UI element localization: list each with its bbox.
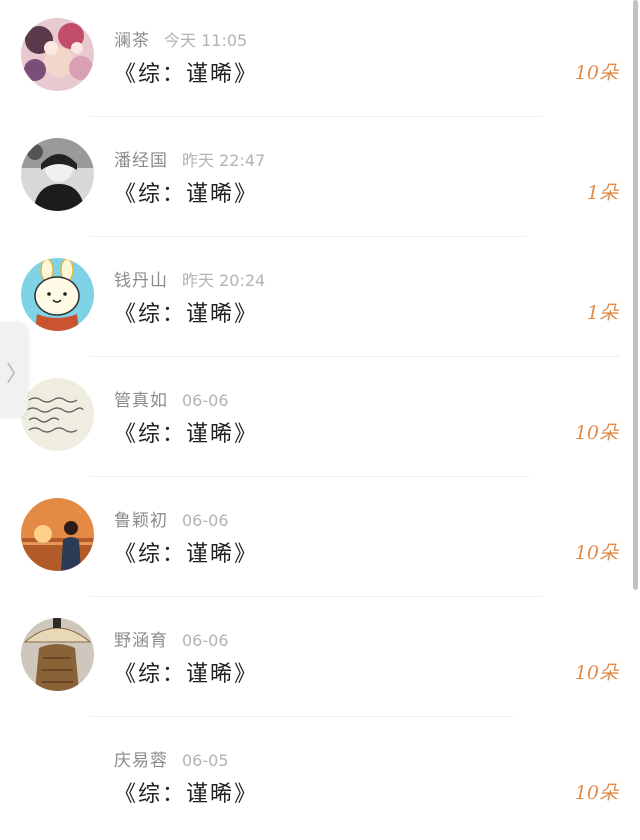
item-meta: 钱丹山 昨天 20:24: [114, 266, 266, 291]
timestamp: 今天 11:05: [164, 31, 248, 50]
book-title[interactable]: 《综：谨晞》: [114, 296, 258, 328]
list-item[interactable]: 潘经国 昨天 22:47 《综：谨晞》 1朵: [0, 120, 628, 240]
anime-group-avatar-icon: [21, 18, 94, 91]
flower-count: 10朵: [574, 542, 618, 564]
timestamp: 06-06: [182, 631, 229, 650]
book-title[interactable]: 《综：谨晞》: [114, 656, 258, 688]
list-item[interactable]: 钱丹山 昨天 20:24 《综：谨晞》 1朵: [0, 240, 628, 360]
user-name[interactable]: 管真如: [114, 391, 168, 411]
list-item[interactable]: 庆易蓉 06-05 《综：谨晞》 10朵: [0, 720, 628, 840]
avatar[interactable]: [21, 18, 94, 91]
item-meta: 庆易蓉 06-05: [114, 746, 229, 771]
flower-count: 10朵: [574, 62, 618, 84]
timestamp: 06-06: [182, 391, 229, 410]
list-item[interactable]: 鲁颖初 06-06 《综：谨晞》 10朵: [0, 480, 628, 600]
timestamp: 昨天 22:47: [182, 151, 266, 170]
list-item[interactable]: 管真如 06-06 《综：谨晞》 10朵: [0, 360, 628, 480]
avatar[interactable]: [21, 258, 94, 331]
book-title[interactable]: 《综：谨晞》: [114, 56, 258, 88]
user-name[interactable]: 野涵育: [114, 631, 168, 651]
divider: [90, 356, 620, 357]
list-item[interactable]: 澜茶 今天 11:05 《综：谨晞》 10朵: [0, 0, 628, 120]
book-title[interactable]: 《综：谨晞》: [114, 776, 258, 808]
flower-count: 10朵: [574, 422, 618, 444]
flower-count: 10朵: [574, 782, 618, 804]
sunset-girl-avatar-icon: [21, 498, 94, 571]
divider: [90, 236, 526, 237]
book-title[interactable]: 《综：谨晞》: [114, 536, 258, 568]
timestamp: 06-05: [182, 751, 229, 770]
avatar[interactable]: [21, 378, 94, 451]
user-name[interactable]: 潘经国: [114, 151, 168, 171]
flower-count: 1朵: [586, 302, 618, 324]
avatar[interactable]: [21, 618, 94, 691]
item-meta: 鲁颖初 06-06: [114, 506, 229, 531]
avatar[interactable]: [21, 738, 94, 811]
book-title[interactable]: 《综：谨晞》: [114, 176, 258, 208]
item-meta: 管真如 06-06: [114, 386, 229, 411]
timestamp: 昨天 20:24: [182, 271, 266, 290]
user-name[interactable]: 钱丹山: [114, 271, 168, 291]
bunny-sticker-avatar-icon: [21, 258, 94, 331]
reward-list: 澜茶 今天 11:05 《综：谨晞》 10朵 潘经国 昨天 22:47 《综：谨晞》…: [0, 0, 628, 833]
flower-count: 1朵: [586, 182, 618, 204]
scrollbar[interactable]: [633, 0, 638, 590]
handwriting-note-avatar-icon: [21, 378, 94, 451]
item-meta: 潘经国 昨天 22:47: [114, 146, 266, 171]
flower-count: 10朵: [574, 662, 618, 684]
side-collapse-tab[interactable]: 〉: [0, 322, 28, 418]
divider: [90, 476, 530, 477]
divider: [90, 716, 514, 717]
user-name[interactable]: 澜茶: [114, 31, 150, 51]
timestamp: 06-06: [182, 511, 229, 530]
bw-portrait-avatar-icon: [21, 138, 94, 211]
avatar[interactable]: [21, 138, 94, 211]
item-meta: 澜茶 今天 11:05: [114, 26, 248, 51]
chevron-right-icon: 〉: [6, 362, 29, 387]
item-meta: 野涵育 06-06: [114, 626, 229, 651]
book-title[interactable]: 《综：谨晞》: [114, 416, 258, 448]
avatar[interactable]: [21, 498, 94, 571]
divider: [90, 116, 542, 117]
straw-hat-avatar-icon: [21, 618, 94, 691]
divider: [90, 596, 542, 597]
user-name[interactable]: 庆易蓉: [114, 751, 168, 771]
list-item[interactable]: 野涵育 06-06 《综：谨晞》 10朵: [0, 600, 628, 720]
user-name[interactable]: 鲁颖初: [114, 511, 168, 531]
